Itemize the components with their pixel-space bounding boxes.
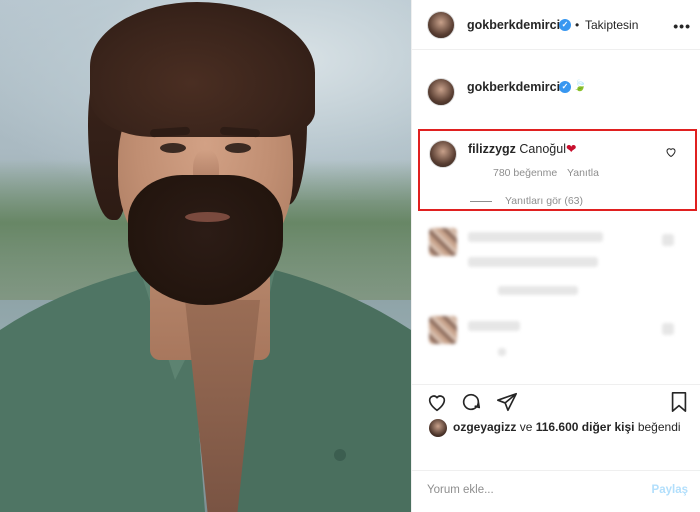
replies-divider (470, 201, 492, 202)
blurred-heart (662, 234, 674, 246)
photo-hair (90, 2, 315, 137)
post-details-panel: gokberkdemirci ✓ • Takiptesin ••• gokber… (411, 0, 700, 512)
heart-emoji: ❤ (565, 142, 577, 156)
blurred-comment-line (468, 232, 603, 242)
share-icon[interactable] (496, 391, 518, 413)
post-photo[interactable] (0, 0, 411, 512)
caption-username[interactable]: gokberkdemirci (467, 80, 560, 94)
photo-eye-right (225, 143, 251, 153)
blurred-avatar (429, 316, 457, 344)
photo-eye-left (160, 143, 186, 153)
blurred-comment-meta (498, 348, 506, 356)
reply-button[interactable]: Yanıtla (567, 167, 599, 179)
likes-count-button[interactable]: 116.600 diğer kişi (536, 420, 635, 434)
bookmark-icon[interactable] (668, 391, 690, 413)
follow-status-button[interactable]: Takiptesin (585, 18, 638, 32)
caption-author-avatar[interactable] (427, 78, 455, 106)
likes-summary: ozgeyagizz ve 116.600 diğer kişi beğendi (453, 420, 681, 434)
comment-like-heart-icon[interactable] (665, 146, 677, 158)
blurred-comment-meta (498, 286, 578, 295)
view-replies-button[interactable]: Yanıtları gör (63) (505, 195, 583, 207)
photo-mouth (185, 212, 230, 222)
photo-beard (128, 175, 283, 305)
commenter-avatar[interactable] (429, 140, 457, 168)
post-comment-button[interactable]: Paylaş (652, 484, 688, 496)
blurred-comment-line (468, 257, 598, 267)
commenter-username[interactable]: filizzygz (468, 142, 516, 156)
liker-avatar[interactable] (429, 419, 447, 437)
likes-suffix: beğendi (637, 420, 681, 434)
comment-input[interactable]: Yorum ekle... (427, 484, 494, 496)
comment-icon[interactable] (460, 391, 482, 413)
action-bar (412, 384, 700, 420)
more-options-icon[interactable]: ••• (673, 18, 691, 34)
comment-text: filizzygz Canoğul❤ (468, 141, 576, 156)
likes-connector: ve (519, 420, 533, 434)
blurred-avatar (429, 228, 457, 256)
author-username[interactable]: gokberkdemirci (467, 18, 560, 32)
header-separator: • (575, 18, 580, 32)
liker-username[interactable]: ozgeyagizz (453, 420, 516, 434)
post-header: gokberkdemirci ✓ • Takiptesin ••• (412, 0, 700, 50)
comment-body: Canoğul (519, 142, 566, 156)
heart-icon[interactable] (426, 391, 448, 413)
blurred-heart (662, 323, 674, 335)
verified-badge-icon: ✓ (559, 19, 571, 31)
verified-badge-icon: ✓ (559, 81, 571, 93)
leaf-emoji-icon: 🍃 (573, 80, 587, 92)
comment-like-count[interactable]: 780 beğenme (493, 167, 557, 179)
author-avatar[interactable] (427, 11, 455, 39)
blurred-comment-line (468, 321, 520, 331)
